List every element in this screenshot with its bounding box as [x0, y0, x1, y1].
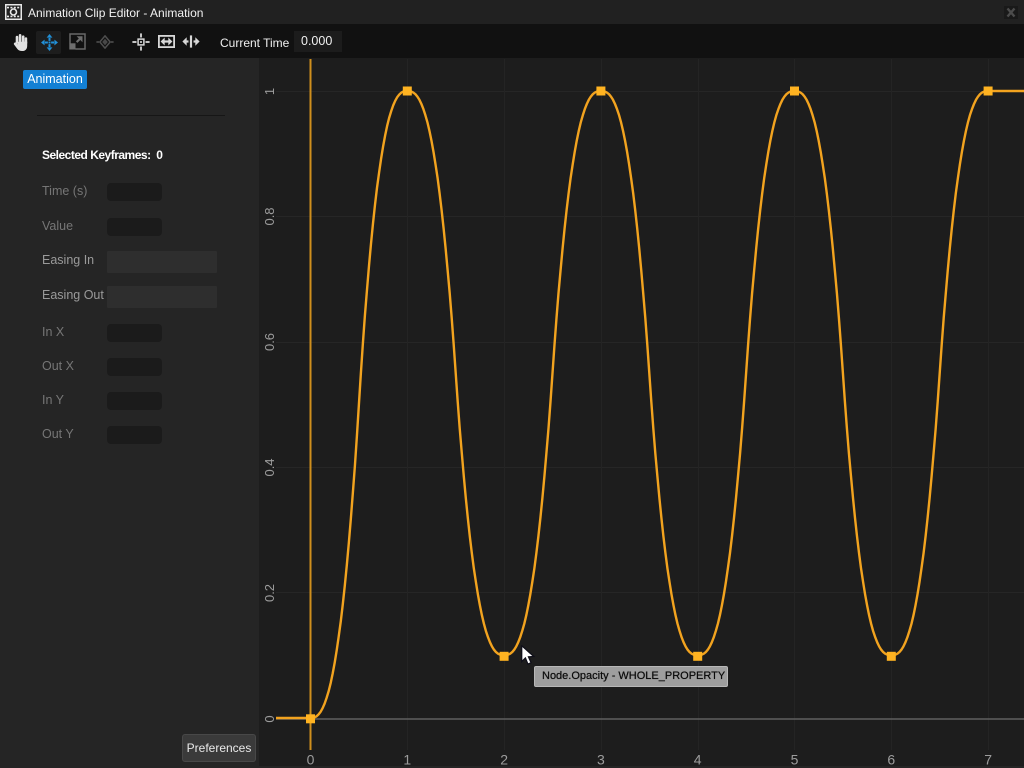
svg-text:0.6: 0.6 — [262, 333, 277, 351]
svg-text:0.4: 0.4 — [262, 458, 277, 476]
svg-text:0.2: 0.2 — [262, 584, 277, 602]
svg-text:1: 1 — [262, 88, 277, 95]
svg-text:0.8: 0.8 — [262, 207, 277, 225]
svg-text:0: 0 — [262, 715, 277, 722]
